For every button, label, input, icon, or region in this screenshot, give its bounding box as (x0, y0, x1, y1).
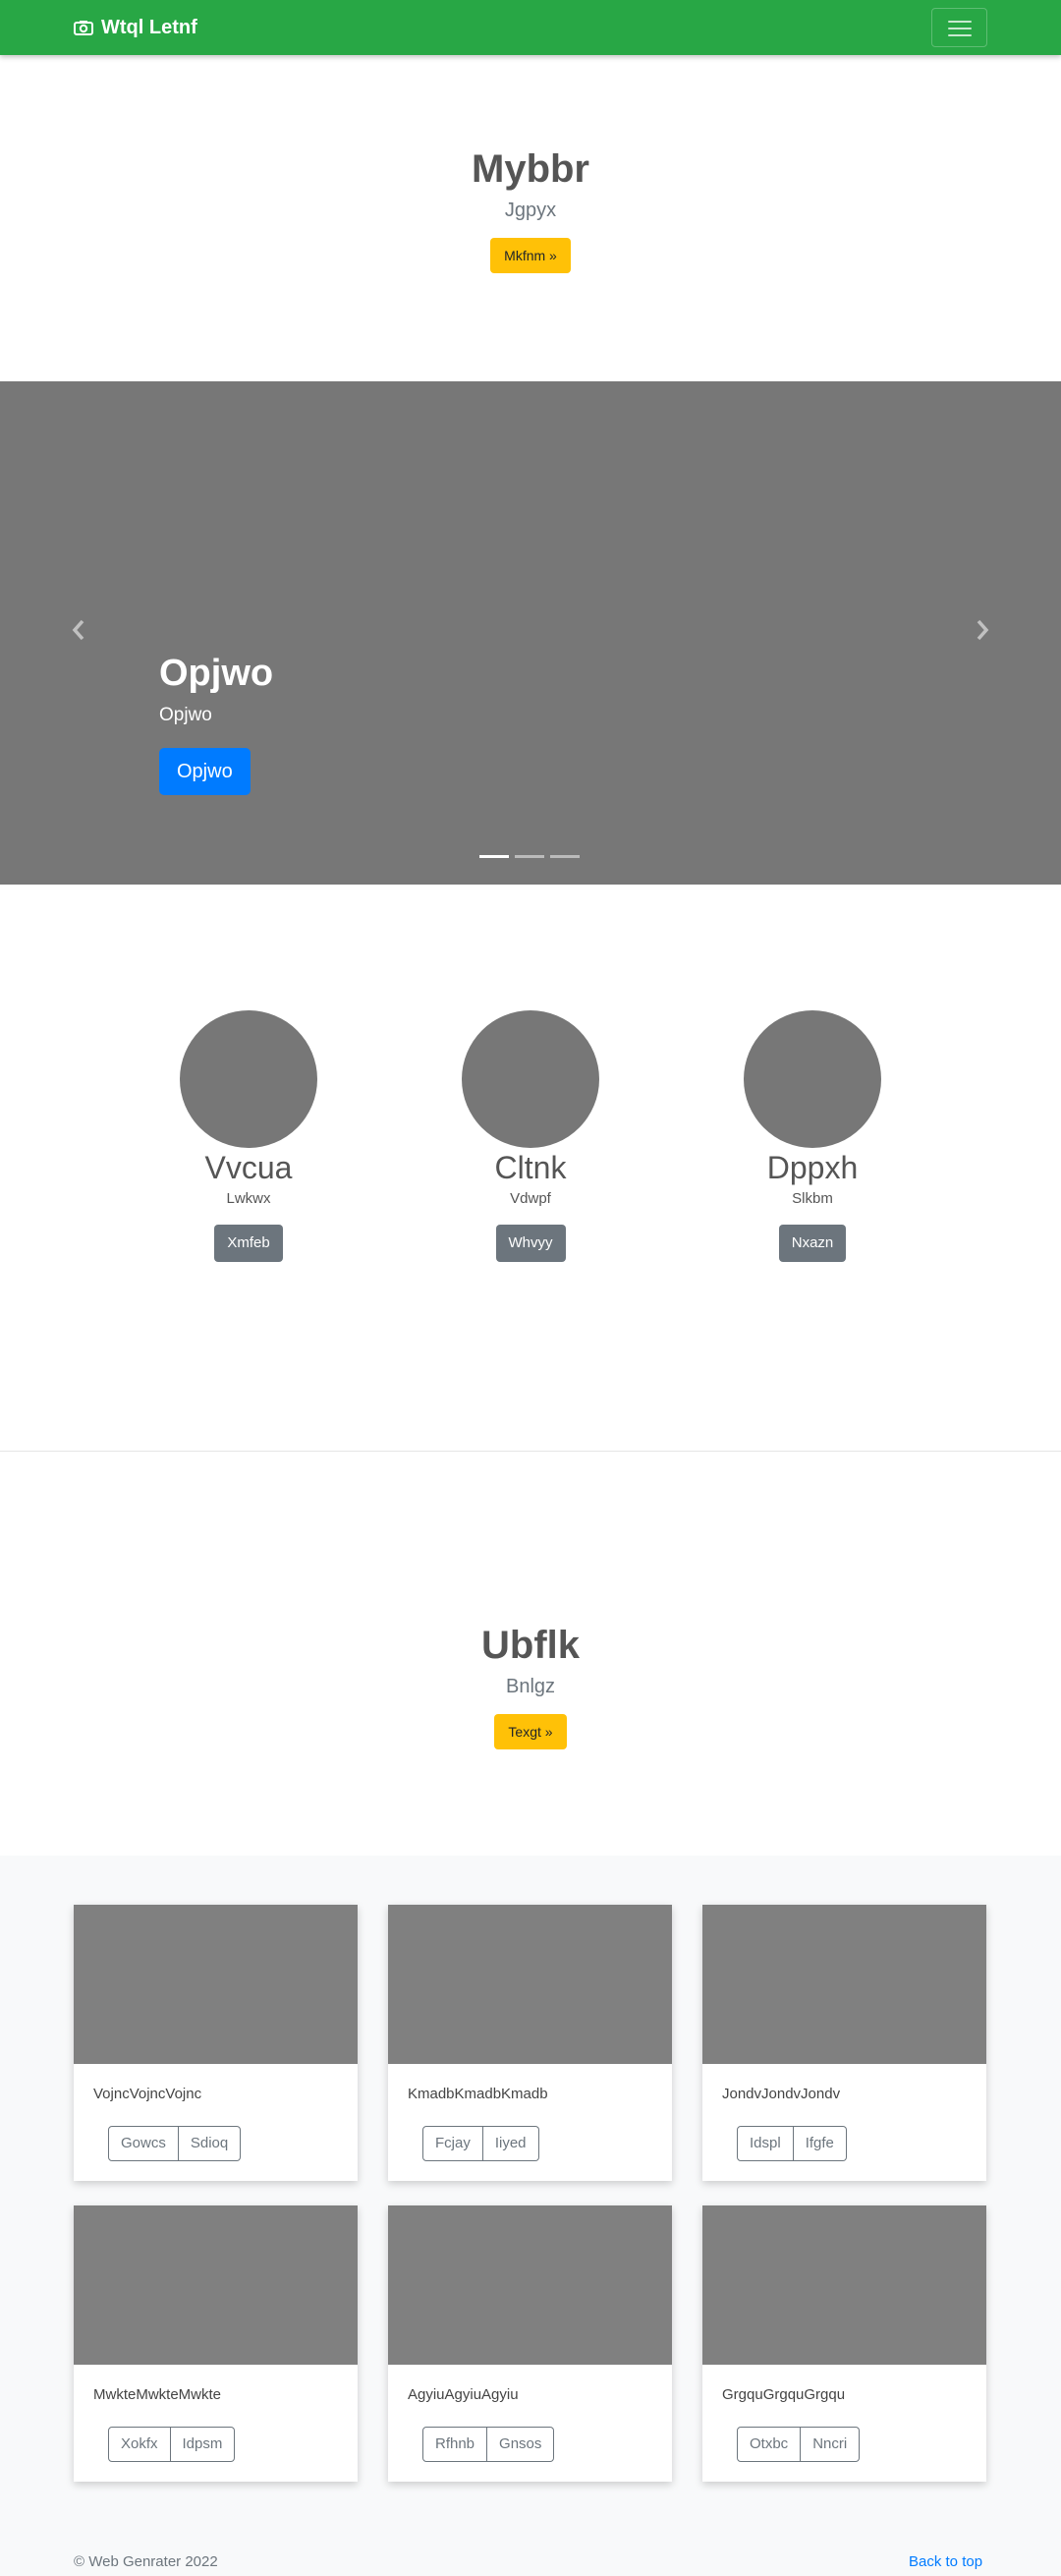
card: MwkteMwkteMwkte Xokfx Idpsm (74, 2205, 358, 2482)
card-button-group: Xokfx Idpsm (108, 2427, 236, 2462)
camera-icon (74, 21, 93, 35)
card-thumbnail (74, 2205, 358, 2365)
card: GrgquGrgquGrgqu Otxbc Nncri (702, 2205, 986, 2482)
feature-image-placeholder (744, 1010, 881, 1148)
feature-item: Vvcua Lwkwx Xmfeb (140, 1010, 357, 1262)
card-button[interactable]: Gowcs (108, 2126, 179, 2161)
feature-button[interactable]: Whvyy (495, 1225, 566, 1262)
hamburger-bar (948, 28, 972, 29)
feature-title: Dppxh (766, 1150, 859, 1185)
section-divider (0, 1451, 1061, 1452)
hero-section: Mybbr Jgpyx Mkfnm » (0, 147, 1061, 273)
carousel-indicator[interactable] (550, 855, 580, 858)
card-text: VojncVojncVojnc (93, 2086, 202, 2102)
card-button[interactable]: Sdioq (178, 2126, 242, 2161)
carousel-caption: Opjwo Opjwo Opjwo (159, 653, 273, 795)
carousel-caption-title: Opjwo (159, 653, 274, 694)
card-text: MwkteMwkteMwkte (93, 2386, 222, 2403)
card-button[interactable]: Iiyed (482, 2126, 539, 2161)
hamburger-menu-icon (948, 21, 972, 23)
card-button[interactable]: Fcjay (422, 2126, 483, 2161)
hamburger-bar (948, 34, 972, 36)
footer-copyright: © Web Genrater 2022 (74, 2553, 218, 2570)
card-thumbnail (74, 1905, 358, 2064)
hero2-lead: Bnlgz (505, 1676, 556, 1697)
card-button-group: Otxbc Nncri (737, 2427, 861, 2462)
feature-item: Dppxh Slkbm Nxazn (704, 1010, 921, 1262)
chevron-right-icon[interactable] (971, 615, 994, 645)
card-button[interactable]: Nncri (801, 2427, 861, 2462)
hero-section-2: Ubflk Bnlgz Texgt » (0, 1624, 1061, 1749)
card-button[interactable]: Rfhnb (422, 2427, 488, 2462)
carousel-indicator[interactable] (479, 855, 509, 858)
navbar-toggler-button[interactable] (931, 8, 987, 47)
card-button[interactable]: Ifgfe (793, 2126, 847, 2161)
feature-button[interactable]: Nxazn (778, 1225, 847, 1262)
card-button-group: Fcjay Iiyed (422, 2126, 539, 2161)
card-button-group: Rfhnb Gnsos (422, 2427, 555, 2462)
card-button[interactable]: Idpsm (170, 2427, 236, 2462)
card: KmadbKmadbKmadb Fcjay Iiyed (388, 1905, 672, 2181)
card-thumbnail (388, 2205, 672, 2365)
feature-subtitle: Vdwpf (510, 1190, 551, 1207)
feature-subtitle: Lwkwx (226, 1190, 271, 1207)
carousel-indicators (479, 855, 580, 858)
feature-button[interactable]: Xmfeb (214, 1225, 283, 1262)
hero-title: Mybbr (472, 147, 589, 191)
feature-title: Vvcua (204, 1150, 293, 1185)
card-text: JondvJondvJondv (722, 2086, 841, 2102)
carousel-indicator[interactable] (515, 855, 544, 858)
carousel: Opjwo Opjwo Opjwo (0, 381, 1061, 885)
card: VojncVojncVojnc Gowcs Sdioq (74, 1905, 358, 2181)
feature-title: Cltnk (494, 1150, 567, 1185)
hero2-title: Ubflk (481, 1624, 580, 1667)
card-button[interactable]: Otxbc (737, 2427, 802, 2462)
card-button-group: Idspl Ifgfe (737, 2126, 847, 2161)
feature-image-placeholder (180, 1010, 317, 1148)
card-thumbnail (702, 1905, 986, 2064)
carousel-caption-button[interactable]: Opjwo (159, 748, 251, 795)
card-thumbnail (702, 2205, 986, 2365)
feature-item: Cltnk Vdwpf Whvyy (422, 1010, 639, 1262)
card-text: AgyiuAgyiuAgyiu (408, 2386, 519, 2403)
feature-image-placeholder (462, 1010, 599, 1148)
card-text: KmadbKmadbKmadb (408, 2086, 548, 2102)
hero2-button[interactable]: Texgt » (494, 1714, 567, 1749)
card-button[interactable]: Xokfx (108, 2427, 171, 2462)
card-button-group: Gowcs Sdioq (108, 2126, 242, 2161)
feature-subtitle: Slkbm (792, 1190, 833, 1207)
brand-label: Wtql Letnf (101, 16, 197, 38)
card-text: GrgquGrgquGrgqu (722, 2386, 846, 2403)
chevron-left-icon[interactable] (67, 615, 90, 645)
carousel-caption-text: Opjwo (159, 705, 212, 725)
card: AgyiuAgyiuAgyiu Rfhnb Gnsos (388, 2205, 672, 2482)
navbar-brand[interactable]: Wtql Letnf (74, 15, 197, 40)
back-to-top-link[interactable]: Back to top (909, 2553, 982, 2570)
card-button[interactable]: Gnsos (487, 2427, 555, 2462)
card-thumbnail (388, 1905, 672, 2064)
hero-lead: Jgpyx (504, 200, 557, 221)
hero-button[interactable]: Mkfnm » (490, 238, 571, 273)
card-button[interactable]: Idspl (737, 2126, 794, 2161)
navbar: Wtql Letnf (0, 0, 1061, 55)
album-section: VojncVojncVojnc Gowcs Sdioq KmadbKmadbKm… (0, 1856, 1061, 2576)
card: JondvJondvJondv Idspl Ifgfe (702, 1905, 986, 2181)
